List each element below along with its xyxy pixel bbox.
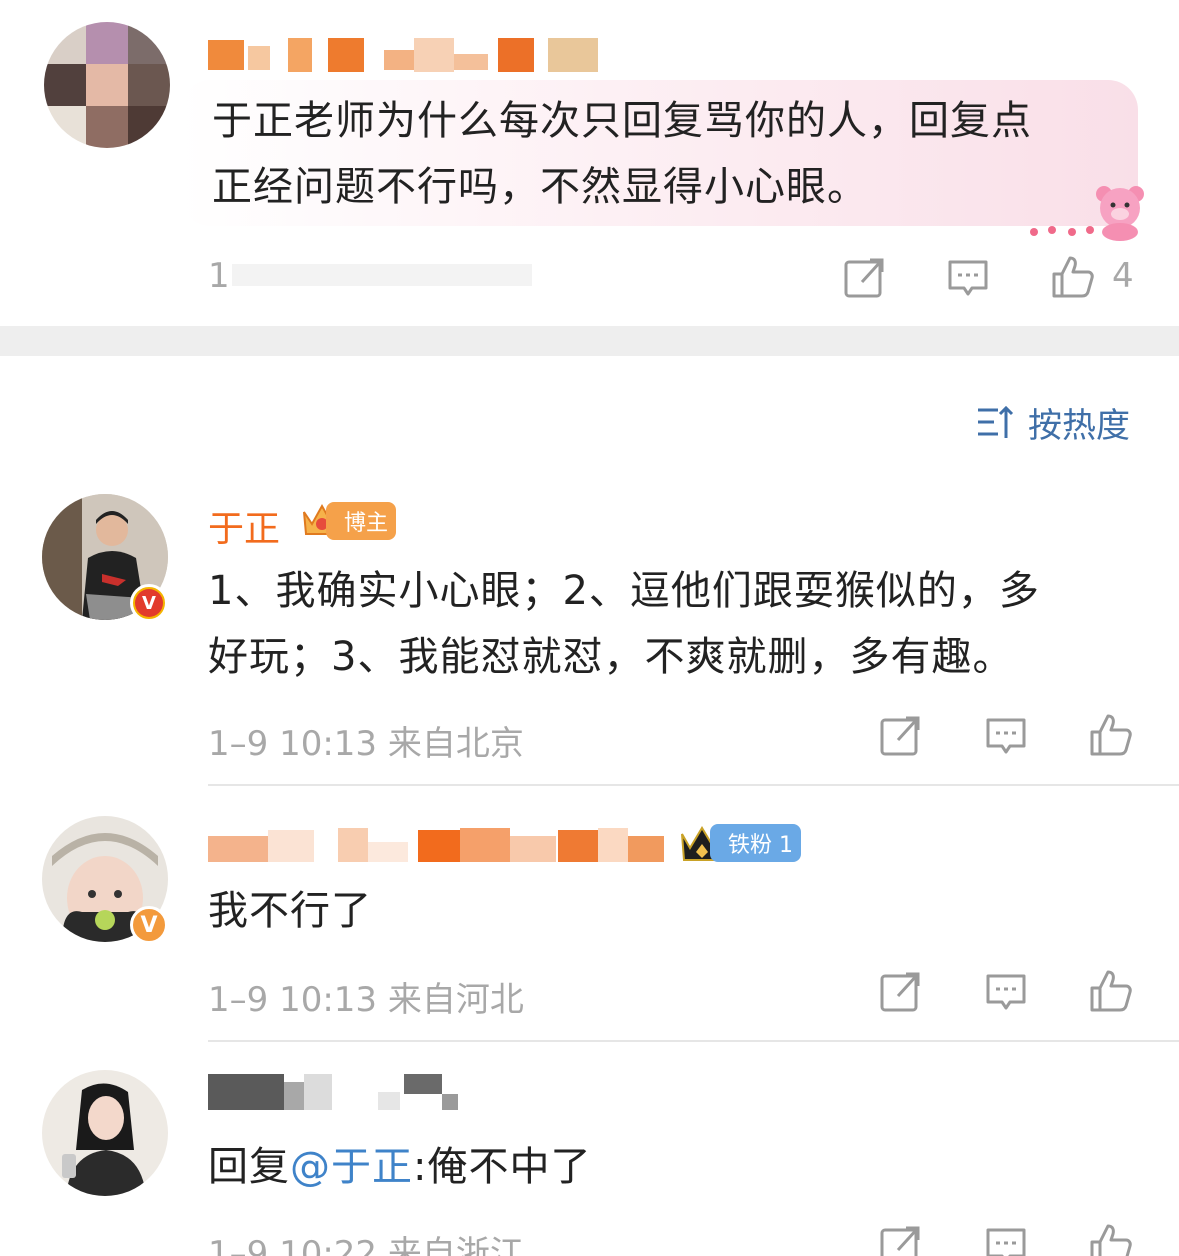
share-icon[interactable] <box>840 254 888 302</box>
strawberry-decor-icon <box>1028 222 1098 238</box>
verified-icon: V <box>130 584 168 622</box>
like-icon[interactable] <box>1086 710 1134 758</box>
reply-meta: 1–9 10:13 来自河北 <box>208 980 524 1020</box>
sort-icon <box>976 404 1016 440</box>
blurred-meta <box>232 258 532 292</box>
like-icon[interactable] <box>1086 966 1134 1014</box>
share-icon[interactable] <box>876 968 924 1016</box>
blurred-username[interactable] <box>208 826 664 866</box>
comment-meta: 1 <box>208 256 230 296</box>
verified-icon: V <box>130 906 168 944</box>
mention-link[interactable]: @于正 <box>290 1144 413 1190</box>
comment-text: 于正老师为什么每次只回复骂你的人，回复点 正经问题不行吗，不然显得小心眼。 <box>180 80 1138 226</box>
like-icon[interactable] <box>1086 1220 1134 1256</box>
divider <box>208 784 1179 786</box>
comment-icon[interactable] <box>982 712 1030 760</box>
username[interactable]: 于正 <box>208 500 280 552</box>
bear-sticker-icon <box>1090 180 1152 242</box>
author-badge: 博主 <box>326 502 397 540</box>
comment-icon[interactable] <box>982 1222 1030 1256</box>
like-count: 4 <box>1112 256 1134 296</box>
blurred-username[interactable] <box>208 1074 458 1114</box>
share-icon[interactable] <box>876 1222 924 1256</box>
reply-meta: 1–9 10:22 来自浙江 <box>208 1234 524 1256</box>
blurred-username[interactable] <box>208 36 608 74</box>
like-icon[interactable] <box>1048 252 1096 300</box>
sort-label: 按热度 <box>1028 405 1130 446</box>
fan-badge: 铁粉 1 <box>710 824 801 862</box>
share-icon[interactable] <box>876 712 924 760</box>
sort-button[interactable]: 按热度 <box>976 400 1130 446</box>
comment-icon[interactable] <box>944 254 992 302</box>
avatar[interactable] <box>44 22 170 148</box>
reply-text: 我不行了 <box>208 888 372 934</box>
reply-text: 回复@于正:俺不中了 <box>208 1144 592 1190</box>
avatar[interactable] <box>42 1070 168 1196</box>
comment-icon[interactable] <box>982 968 1030 1016</box>
reply-text: 1、我确实小心眼；2、逗他们跟耍猴似的，多 好玩；3、我能怼就怼，不爽就删，多有… <box>208 568 1040 680</box>
section-separator <box>0 326 1179 356</box>
reply-meta: 1–9 10:13 来自北京 <box>208 724 524 764</box>
divider <box>208 1040 1179 1042</box>
